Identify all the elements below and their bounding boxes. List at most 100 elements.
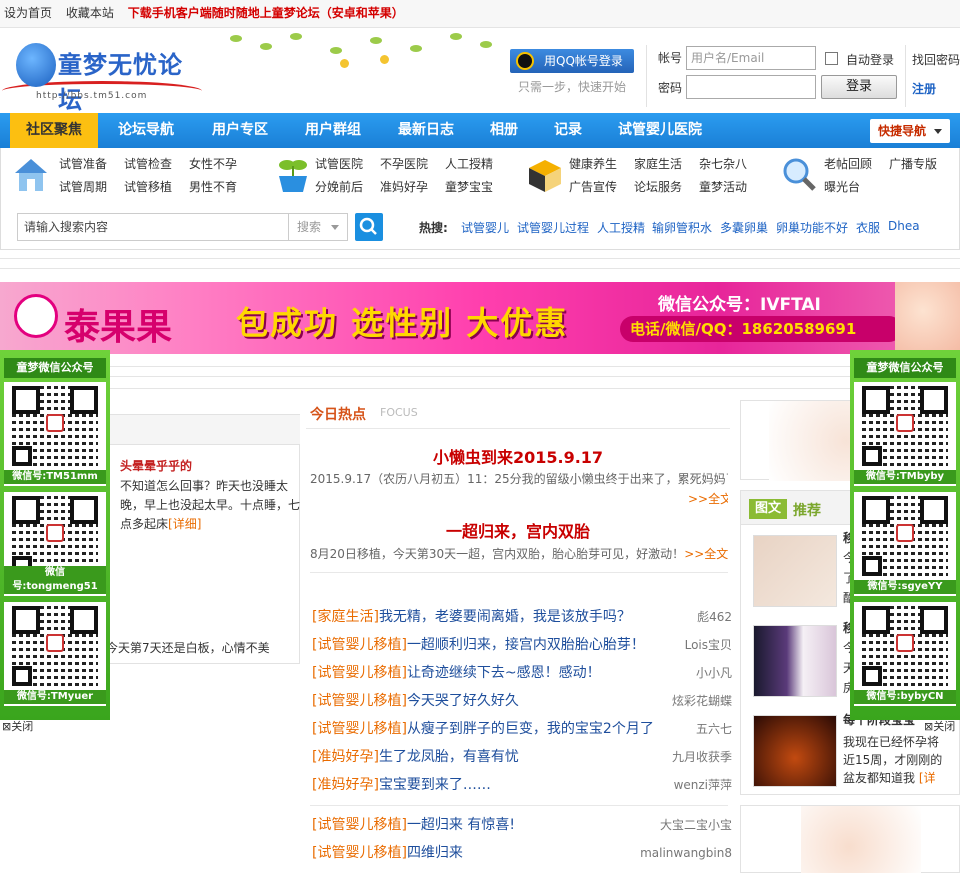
logo-name: 童梦无忧论坛	[58, 50, 183, 114]
post-detail-link[interactable]: [详	[919, 771, 936, 785]
post-excerpt: 不知道怎么回事？昨天也没睡太晚，早上也没起太早。十点睡，七点多起床[详细]	[120, 479, 301, 531]
thread-row[interactable]: [准妈好孕]宝宝要到来了…… wenzi萍萍	[312, 774, 732, 796]
post-thumbnail[interactable]	[753, 535, 837, 607]
bookmark-link[interactable]: 收藏本站	[66, 6, 114, 20]
headline-more-link[interactable]: >>全文	[684, 547, 728, 561]
post-excerpt: 盆友都知道我 [详	[843, 771, 936, 785]
auto-login-checkbox[interactable]	[825, 52, 838, 65]
thread-row[interactable]: [试管婴儿移植]今天哭了好久好久 炫彩花蝴蝶	[312, 690, 732, 712]
thread-row[interactable]: [准妈好孕]生了龙凤胎，有喜有忧 九月收获季	[312, 746, 732, 768]
nav-album[interactable]: 相册	[476, 113, 532, 148]
category-link[interactable]: 老帖回顾	[824, 155, 872, 172]
hot-search-term[interactable]: 试管婴儿	[461, 219, 509, 236]
post-thumbnail[interactable]	[753, 625, 837, 697]
category-link[interactable]: 试管移植	[124, 178, 172, 195]
qq-login-button[interactable]: 用QQ帐号登录	[510, 49, 634, 73]
category-link[interactable]: 准妈好孕	[380, 178, 428, 195]
forgot-password-link[interactable]: 找回密码	[912, 51, 960, 68]
category-link[interactable]: 健康养生	[569, 155, 617, 172]
category-link[interactable]: 试管准备	[59, 155, 107, 172]
nav-community-focus[interactable]: 社区聚焦	[10, 113, 98, 148]
qr-sidebar-left: 童梦微信公众号 微信号:TM51mm 微信号:tongmeng51 微信号:TM…	[0, 350, 110, 720]
search-type-select[interactable]: 搜索	[288, 213, 348, 241]
box-icon	[529, 160, 561, 192]
headline-title[interactable]: 一超归来，宫内双胎	[306, 518, 730, 542]
post-excerpt: 近15周，才刚刚的	[843, 753, 943, 767]
quick-nav-dropdown[interactable]: 快捷导航	[870, 119, 950, 143]
hot-search-term[interactable]: 人工授精	[597, 219, 645, 236]
category-link[interactable]: 试管周期	[59, 178, 107, 195]
qr-code-icon	[12, 496, 98, 576]
site-logo[interactable]: 童梦无忧论坛 http://bbs.tm51.com	[2, 39, 202, 114]
plant-pot-icon	[279, 160, 307, 192]
close-right-sidebar-link[interactable]: ⊠关闭	[924, 718, 955, 734]
nav-user-zone[interactable]: 用户专区	[198, 113, 282, 148]
post-author[interactable]: 头晕晕乎乎的	[120, 457, 192, 474]
category-link[interactable]: 童梦活动	[699, 178, 747, 195]
search-button[interactable]	[355, 213, 383, 241]
set-home-link[interactable]: 设为首页	[4, 6, 52, 20]
app-download-link[interactable]: 下载手机客户端随时随地上童梦论坛（安卓和苹果）	[128, 6, 404, 20]
hot-search-term[interactable]: 多囊卵巢	[720, 219, 768, 236]
category-link[interactable]: 人工授精	[445, 155, 493, 172]
category-link[interactable]: 杂七杂八	[699, 155, 747, 172]
headline-summary: 8月20日移植，今天第30天一超，宫内双胎，胎心胎芽可见，好激动！>>全文	[310, 547, 728, 561]
thread-row[interactable]: [试管婴儿移植]让奇迹继续下去~感恩！感动！ 小小凡	[312, 662, 732, 684]
login-button[interactable]: 登录	[821, 75, 897, 99]
password-input[interactable]	[686, 75, 816, 99]
category-link[interactable]: 分娩前后	[315, 178, 363, 195]
post-thumbnail[interactable]	[753, 715, 837, 787]
category-link[interactable]: 论坛服务	[634, 178, 682, 195]
thread-row[interactable]: [家庭生活]我无精，老婆要闹离婚，我是该放手吗？ 彪462	[312, 606, 732, 628]
nav-ivf-hospital[interactable]: 试管婴儿医院	[604, 113, 716, 148]
wechat-id: 微信号:TMbyby	[854, 470, 956, 484]
nav-latest-logs[interactable]: 最新日志	[384, 113, 468, 148]
nav-forum-guide[interactable]: 论坛导航	[104, 113, 188, 148]
qr-code-card: 微信号:sgyeYY	[854, 492, 956, 596]
category-link[interactable]: 女性不孕	[189, 155, 237, 172]
search-input[interactable]: 请输入搜索内容	[17, 213, 289, 241]
category-group-ivf: 试管准备 试管检查 女性不孕 试管周期 试管移植 男性不育	[13, 148, 253, 204]
search-bar: 请输入搜索内容 搜索 热搜: 试管婴儿 试管婴儿过程 人工授精 输卵管积水 多囊…	[0, 204, 960, 250]
hot-search-term[interactable]: Dhea	[888, 219, 920, 233]
logo-url: http://bbs.tm51.com	[36, 91, 148, 101]
category-link[interactable]: 曝光台	[824, 178, 860, 195]
qr-sidebar-right: 童梦微信公众号 微信号:TMbyby 微信号:sgyeYY 微信号:bybyCN	[850, 350, 960, 720]
top-bar: 设为首页 收藏本站 下载手机客户端随时随地上童梦论坛（安卓和苹果）	[0, 0, 960, 28]
hot-search-term[interactable]: 卵巢功能不好	[776, 219, 848, 236]
today-hot-section: 今日热点 FOCUS 小懒虫到来2015.9.17 2015.9.17（农历八月…	[306, 398, 732, 873]
thread-row[interactable]: [试管婴儿移植]从瘦子到胖子的巨变，我的宝宝2个月了 五六七	[312, 718, 732, 740]
ad-banner[interactable]: 泰果果 包成功 选性别 大优惠 微信公众号：IVFTAI 电话/微信/QQ：18…	[0, 282, 960, 354]
category-link[interactable]: 广播专版	[889, 155, 937, 172]
divider	[0, 388, 960, 389]
hot-search-term[interactable]: 试管婴儿过程	[517, 219, 589, 236]
nav-records[interactable]: 记录	[540, 113, 596, 148]
register-link[interactable]: 注册	[912, 80, 936, 97]
close-left-sidebar-link[interactable]: ⊠关闭	[2, 718, 33, 734]
thread-row[interactable]: [试管婴儿移植]四维归来 malinwangbin8	[312, 842, 732, 864]
category-link[interactable]: 试管医院	[315, 155, 363, 172]
qr-code-icon	[862, 496, 948, 576]
post-detail-link[interactable]: [详细]	[168, 517, 201, 531]
nav-user-groups[interactable]: 用户群组	[291, 113, 375, 148]
thread-row[interactable]: [试管婴儿移植]一超归来 有惊喜! 大宝二宝小宝	[312, 814, 732, 836]
category-link[interactable]: 童梦宝宝	[445, 178, 493, 195]
wechat-id: 微信号:bybyCN	[854, 690, 956, 704]
category-link[interactable]: 广告宣传	[569, 178, 617, 195]
logo-emblem-icon	[16, 43, 56, 87]
category-link[interactable]: 家庭生活	[634, 155, 682, 172]
chevron-down-icon	[331, 225, 339, 230]
qr-code-icon	[862, 606, 948, 686]
account-input[interactable]: 用户名/Email	[686, 46, 816, 70]
headline-more-link[interactable]: >>全文	[688, 490, 728, 508]
hot-search-term[interactable]: 输卵管积水	[652, 219, 712, 236]
category-link[interactable]: 试管检查	[124, 155, 172, 172]
hot-search-label: 热搜:	[419, 221, 448, 235]
category-link[interactable]: 不孕医院	[380, 155, 428, 172]
quick-nav-label: 快捷导航	[878, 124, 927, 138]
hot-search-term[interactable]: 衣服	[856, 219, 880, 236]
right-ad-bottom[interactable]	[740, 805, 960, 873]
headline-title[interactable]: 小懒虫到来2015.9.17	[306, 444, 730, 468]
category-link[interactable]: 男性不育	[189, 178, 237, 195]
thread-row[interactable]: [试管婴儿移植]一超顺利归来，接宫内双胎胎心胎芽！ Lois宝贝	[312, 634, 732, 656]
